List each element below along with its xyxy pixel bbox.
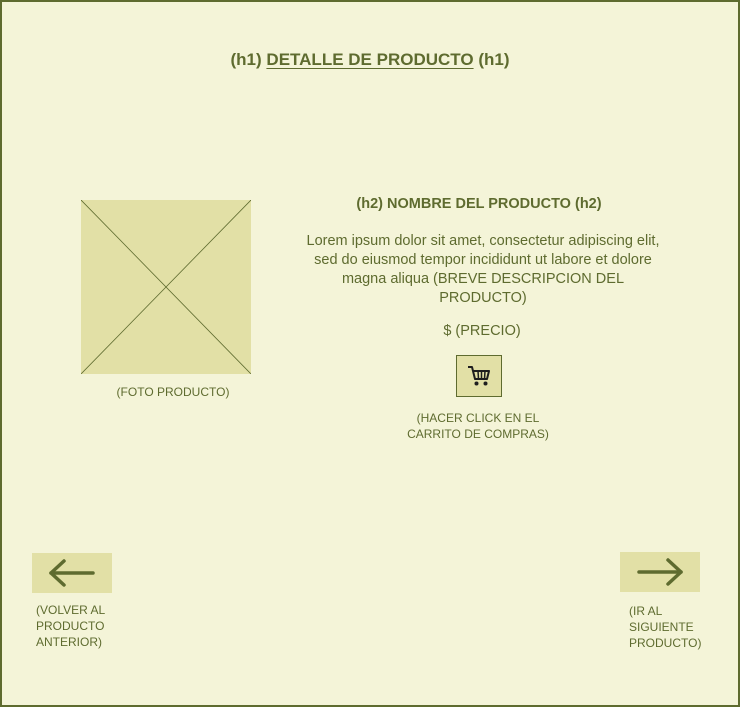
cart-caption: (HACER CLICK EN EL CARRITO DE COMPRAS) bbox=[407, 411, 549, 441]
page-title: (h1) DETALLE DE PRODUCTO (h1) bbox=[2, 50, 738, 70]
h1-prefix: (h1) bbox=[230, 50, 262, 69]
product-description: Lorem ipsum dolor sit amet, consectetur … bbox=[306, 233, 660, 306]
previous-product-caption: (VOLVER AL PRODUCTO ANTERIOR) bbox=[36, 603, 106, 649]
next-product-caption: (IR AL SIGUIENTE PRODUCTO) bbox=[629, 604, 702, 650]
arrow-right-icon bbox=[637, 558, 683, 586]
shopping-cart-icon bbox=[468, 366, 490, 386]
next-product-button[interactable] bbox=[620, 552, 700, 592]
product-name-heading: (h2) NOMBRE DEL PRODUCTO (h2) bbox=[356, 196, 602, 212]
h1-suffix: (h1) bbox=[478, 50, 510, 69]
page-title-text: DETALLE DE PRODUCTO bbox=[266, 50, 474, 69]
photo-caption: (FOTO PRODUCTO) bbox=[116, 385, 230, 399]
product-photo-placeholder bbox=[81, 200, 251, 374]
add-to-cart-button[interactable] bbox=[456, 355, 502, 397]
previous-product-button[interactable] bbox=[32, 553, 112, 593]
product-price: $ (PRECIO) bbox=[443, 323, 521, 339]
arrow-left-icon bbox=[49, 559, 95, 587]
page-frame: (h1) DETALLE DE PRODUCTO (h1) (FOTO PROD… bbox=[0, 0, 740, 707]
image-placeholder-icon bbox=[81, 200, 251, 374]
